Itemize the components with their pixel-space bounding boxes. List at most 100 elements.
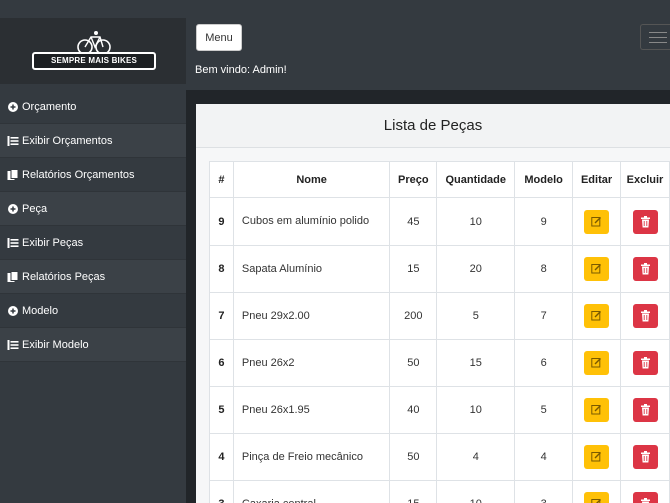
sidebar-item-label: Relatórios Peças [22,270,106,283]
welcome-text: Bem vindo: Admin! [195,64,287,76]
top-bar: Menu Bem vindo: Admin! [186,18,670,90]
delete-button[interactable] [632,304,658,328]
trash-icon [640,357,650,369]
table-row: 5 Pneu 26x1.95 40 10 5 [209,386,670,434]
table-header-row: # Nome Preço Quantidade Modelo Editar Ex… [209,161,670,198]
edit-icon [591,216,602,226]
sidebar-item-relatorios-pecas[interactable]: Relatórios Peças [0,260,186,294]
cell-price: 50 [389,339,438,387]
cell-model: 6 [514,339,574,387]
cell-name: Sapata Alumínio [232,245,391,293]
table-row: 9 Cubos em alumínio polido 45 10 9 [209,197,670,246]
cell-id: 5 [209,386,234,434]
sidebar-item-exibir-pecas[interactable]: Exibir Peças [0,226,186,260]
sidebar-item-label: Orçamento [22,100,77,113]
cell-model: 8 [514,245,574,293]
list-icon [7,135,19,146]
column-header-model: Modelo [514,161,574,198]
cell-quantity: 4 [436,433,516,481]
sidebar: SEMPRE MAIS BIKES Orçamento Exibir Orçam… [0,0,186,503]
plus-circle-icon [8,203,18,214]
sidebar-item-relatorios-orcamentos[interactable]: Relatórios Orçamentos [0,158,186,192]
cell-id: 8 [209,245,234,293]
parts-table-wrapper: # Nome Preço Quantidade Modelo Editar Ex… [209,161,670,503]
cell-delete [620,433,670,481]
edit-icon [591,499,602,503]
cell-edit [572,480,621,503]
cell-price: 15 [389,480,438,503]
edit-icon [591,452,602,462]
edit-button[interactable] [584,209,610,234]
parts-card: Lista de Peças # Nome Preço Quantidade M… [196,104,670,503]
cell-model: 3 [514,480,574,503]
cell-quantity: 20 [436,245,516,293]
cell-quantity: 10 [436,386,516,434]
cell-quantity: 10 [436,197,516,246]
sidebar-item-exibir-modelo[interactable]: Exibir Modelo [0,328,186,362]
table-row: 8 Sapata Alumínio 15 20 8 [209,245,670,293]
cell-id: 4 [209,433,234,481]
cell-price: 15 [389,245,438,293]
column-header-edit: Editar [572,161,621,198]
trash-icon [640,498,650,503]
sidebar-item-label: Peça [22,202,48,215]
table-row: 7 Pneu 29x2.00 200 5 7 [209,292,670,340]
column-header-name: Nome [232,161,391,198]
cell-edit [572,245,621,293]
cell-delete [620,480,670,503]
cell-delete [620,292,670,340]
cell-model: 7 [514,292,574,340]
sidebar-item-label: Relatórios Orçamentos [22,168,135,181]
cell-delete [620,197,670,246]
cell-name: Pinça de Freio mecânico [232,433,391,481]
delete-button[interactable] [632,445,658,469]
sidebar-item-modelo[interactable]: Modelo [0,294,186,328]
cell-name: Cubos em alumínio polido [232,197,391,246]
cell-quantity: 10 [436,480,516,503]
brand-logo[interactable]: SEMPRE MAIS BIKES [32,30,156,76]
sidebar-item-label: Exibir Orçamentos [22,134,113,147]
sidebar-item-peca[interactable]: Peça [0,192,186,226]
cell-id: 6 [209,339,234,387]
cell-edit [572,339,621,387]
cell-name: Pneu 26x2 [232,339,391,387]
sidebar-nav: Orçamento Exibir Orçamentos Relatórios O… [0,90,186,362]
plus-circle-icon [8,305,18,316]
trash-icon [640,451,650,463]
main-content: Lista de Peças # Nome Preço Quantidade M… [186,90,670,503]
delete-button[interactable] [632,257,658,281]
cell-name: Caxaria central [232,480,391,503]
delete-button[interactable] [632,351,658,375]
hamburger-menu-icon[interactable] [640,24,670,50]
column-header-price: Preço [389,161,438,198]
edit-button[interactable] [584,492,610,503]
edit-button[interactable] [584,445,610,469]
column-header-id: # [209,161,234,198]
trash-icon [640,404,650,416]
menu-button[interactable]: Menu [196,24,242,51]
delete-button[interactable] [632,492,658,503]
cell-id: 7 [209,292,234,340]
list-icon [7,237,19,248]
table-row: 6 Pneu 26x2 50 15 6 [209,339,670,387]
trash-icon [640,310,650,322]
cell-name: Pneu 26x1.95 [232,386,391,434]
cell-quantity: 15 [436,339,516,387]
delete-button[interactable] [632,209,658,234]
sidebar-item-exibir-orcamentos[interactable]: Exibir Orçamentos [0,124,186,158]
sidebar-item-orcamento[interactable]: Orçamento [0,90,186,124]
cell-edit [572,433,621,481]
cell-name: Pneu 29x2.00 [232,292,391,340]
edit-button[interactable] [584,257,610,281]
cell-price: 200 [389,292,438,340]
edit-button[interactable] [584,304,610,328]
cell-edit [572,197,621,246]
edit-icon [591,358,602,368]
sidebar-item-label: Modelo [22,304,59,317]
edit-button[interactable] [584,398,610,422]
delete-button[interactable] [632,398,658,422]
list-icon [7,339,19,350]
cell-id: 3 [209,480,234,503]
cell-price: 40 [389,386,438,434]
edit-button[interactable] [584,351,610,375]
